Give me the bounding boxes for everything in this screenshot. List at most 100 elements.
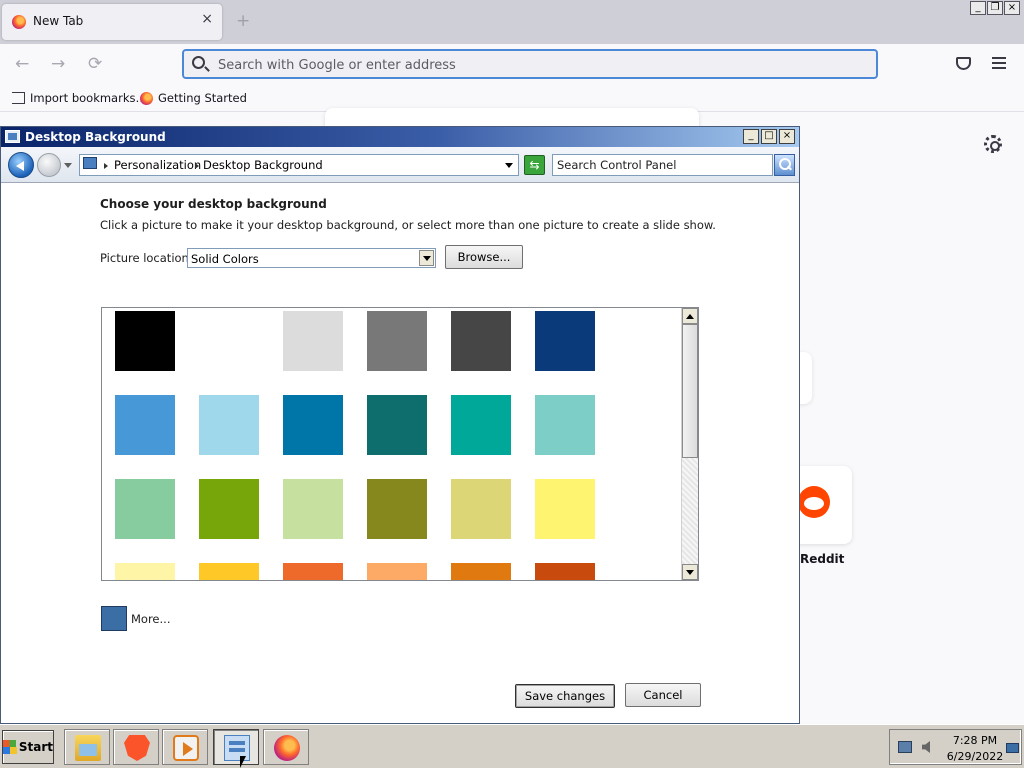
address-history-chevron-down-icon[interactable] [505, 163, 513, 168]
vertical-scrollbar[interactable] [681, 308, 698, 580]
recent-pages-chevron-down-icon[interactable] [64, 163, 72, 168]
color-swatch[interactable] [451, 479, 511, 539]
color-swatch[interactable] [367, 395, 427, 455]
more-colors-link[interactable]: More... [131, 612, 170, 626]
brave-icon [124, 735, 150, 761]
firefox-favicon-icon [12, 15, 26, 29]
volume-icon[interactable] [922, 741, 930, 753]
scroll-up-arrow-icon[interactable] [682, 308, 698, 324]
reload-icon[interactable]: ⟳ [88, 54, 102, 74]
color-swatch[interactable] [283, 311, 343, 371]
color-swatch[interactable] [199, 395, 259, 455]
more-colors-swatch[interactable] [101, 606, 127, 631]
breadcrumb-desktop-background[interactable]: Desktop Background [203, 158, 323, 172]
bookmark-import[interactable]: Import bookmarks… [12, 91, 147, 105]
start-label: Start [18, 740, 53, 754]
address-bar[interactable] [182, 49, 878, 79]
browser-minimize-button[interactable]: _ [970, 1, 986, 15]
tab-close-icon[interactable]: × [201, 11, 213, 27]
network-icon[interactable] [898, 741, 912, 753]
color-swatch[interactable] [199, 563, 259, 580]
firefox-icon [274, 735, 300, 761]
tab-title: New Tab [33, 14, 84, 28]
window-title-bar[interactable]: Desktop Background _ □ × [1, 127, 799, 147]
color-swatch[interactable] [283, 395, 343, 455]
color-swatch[interactable] [115, 395, 175, 455]
control-panel-icon [224, 735, 250, 761]
cancel-button[interactable]: Cancel [625, 683, 701, 707]
color-swatch[interactable] [199, 479, 259, 539]
color-swatch[interactable] [115, 563, 175, 580]
color-swatch[interactable] [283, 479, 343, 539]
picture-location-label: Picture location: [100, 251, 193, 265]
reddit-icon [798, 486, 830, 518]
forward-arrow-icon[interactable]: → [51, 54, 65, 74]
color-swatch[interactable] [451, 563, 511, 580]
maximize-button[interactable]: □ [761, 129, 777, 144]
hamburger-menu-icon[interactable] [992, 57, 1006, 69]
system-tray: 7:28 PM 6/29/2022 [889, 729, 1022, 765]
color-swatch[interactable] [367, 563, 427, 580]
chevron-down-icon[interactable] [419, 250, 434, 266]
save-changes-button[interactable]: Save changes [515, 684, 615, 708]
browser-restore-button[interactable]: ❐ [987, 1, 1003, 15]
address-input[interactable] [216, 55, 856, 75]
picture-location-select[interactable]: Solid Colors [187, 248, 436, 268]
taskbar-app-firefox[interactable] [263, 729, 309, 765]
browser-tab-strip: New Tab × + _ ❐ × [0, 0, 1024, 44]
color-swatch[interactable] [367, 479, 427, 539]
control-panel-search[interactable] [552, 154, 773, 176]
color-swatch[interactable] [451, 311, 511, 371]
search-input[interactable] [557, 157, 767, 173]
color-swatch[interactable] [199, 311, 259, 371]
shortcut-label: Reddit [800, 552, 845, 566]
color-swatch[interactable] [451, 395, 511, 455]
window-title: Desktop Background [25, 130, 166, 144]
gear-icon[interactable] [984, 135, 1002, 153]
forward-button[interactable] [37, 153, 61, 177]
refresh-button[interactable]: ⇆ [524, 155, 545, 175]
browser-close-button[interactable]: × [1004, 1, 1020, 15]
color-swatch[interactable] [115, 479, 175, 539]
color-swatch[interactable] [535, 395, 595, 455]
bookmark-getting-started[interactable]: Getting Started [140, 91, 247, 105]
color-swatch[interactable] [115, 311, 175, 371]
taskbar-app-brave[interactable] [113, 729, 159, 765]
mouse-cursor-icon [240, 756, 246, 768]
color-swatch[interactable] [367, 311, 427, 371]
close-button[interactable]: × [779, 129, 795, 144]
clock-date[interactable]: 6/29/2022 [946, 750, 1004, 763]
minimize-button[interactable]: _ [743, 129, 759, 144]
control-panel-icon [83, 157, 97, 169]
new-tab-plus-icon[interactable]: + [236, 11, 250, 31]
breadcrumb[interactable]: Personalization Desktop Background [79, 154, 519, 176]
color-swatch[interactable] [535, 563, 595, 580]
firefox-icon [140, 91, 153, 105]
breadcrumb-separator-icon[interactable] [195, 163, 199, 169]
search-icon[interactable] [774, 154, 795, 176]
start-button[interactable]: Start [2, 730, 54, 764]
pocket-icon[interactable] [956, 57, 971, 70]
media-player-icon [173, 735, 199, 761]
windows-logo-icon [3, 740, 17, 754]
breadcrumb-separator-icon[interactable] [104, 163, 108, 169]
back-button[interactable] [8, 152, 34, 178]
breadcrumb-personalization[interactable]: Personalization [114, 158, 201, 172]
scrollbar-thumb[interactable] [682, 324, 698, 458]
color-swatch[interactable] [535, 479, 595, 539]
taskbar-app-control-panel[interactable] [213, 729, 259, 765]
back-arrow-icon[interactable]: ← [15, 54, 29, 74]
control-panel-icon [5, 130, 20, 143]
color-swatch[interactable] [535, 311, 595, 371]
page-title: Choose your desktop background [100, 197, 327, 211]
browse-button[interactable]: Browse... [445, 245, 523, 269]
taskbar-app-media-player[interactable] [162, 729, 208, 765]
taskbar-app-file-explorer[interactable] [64, 729, 110, 765]
tab-new-tab[interactable]: New Tab × [2, 4, 222, 40]
clock-time[interactable]: 7:28 PM [950, 734, 1000, 747]
show-desktop-icon[interactable] [1006, 743, 1019, 753]
folder-icon [75, 735, 101, 761]
dialog-content: Choose your desktop background Click a p… [1, 184, 799, 723]
scroll-down-arrow-icon[interactable] [682, 564, 698, 580]
color-swatch[interactable] [283, 563, 343, 580]
